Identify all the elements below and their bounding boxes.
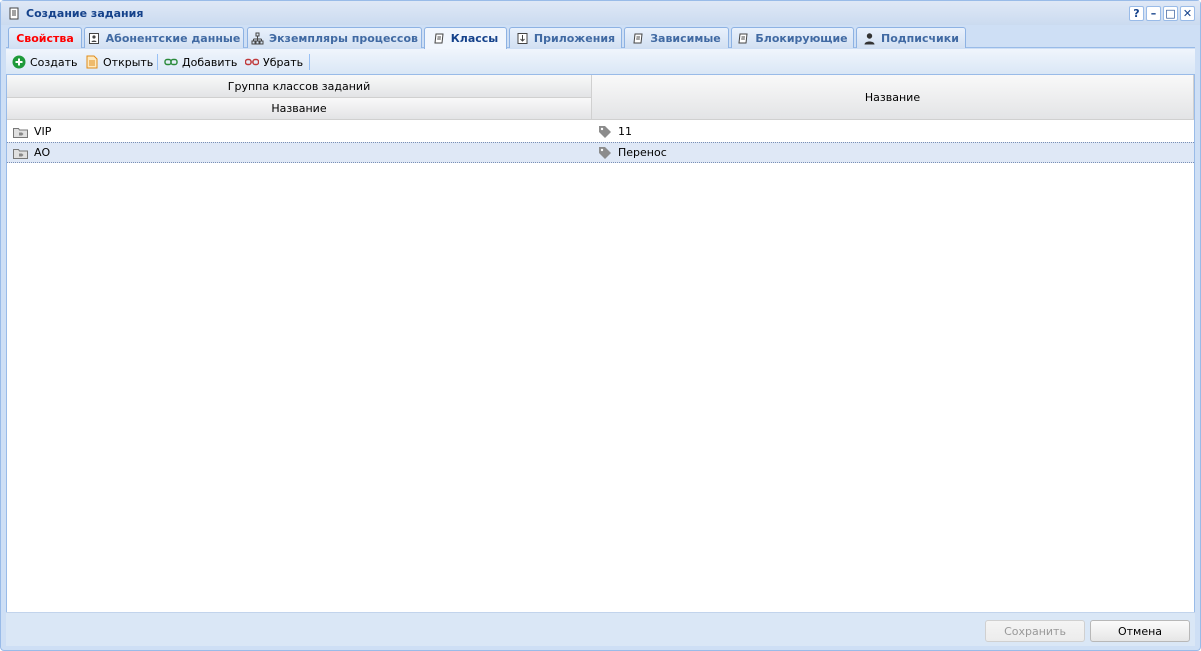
scroll-icon xyxy=(633,33,643,43)
open-label: Открыть xyxy=(103,55,154,69)
create-button[interactable]: Создать xyxy=(12,53,78,71)
tab-classes[interactable]: Классы xyxy=(424,27,507,49)
unlink-icon xyxy=(245,58,259,66)
remove-label: Убрать xyxy=(263,55,304,69)
class-name-column-header[interactable]: Название xyxy=(592,75,1194,120)
folder-tag-icon xyxy=(13,148,28,159)
add-circle-icon xyxy=(12,55,26,69)
tab-strip: Свойства Абонентские данные Экземпляры п… xyxy=(6,25,1195,49)
window-titlebar[interactable]: Создание задания ? – □ ✕ xyxy=(1,1,1200,25)
save-button[interactable]: Сохранить xyxy=(985,620,1085,642)
table-row-selected[interactable]: АО Перенос xyxy=(7,142,1194,163)
tab-label: Блокирующие xyxy=(755,31,848,45)
toolbar-separator xyxy=(309,54,310,70)
maximize-button[interactable]: □ xyxy=(1163,6,1178,21)
group-name-column-header[interactable]: Название xyxy=(7,98,592,120)
window-title: Создание задания xyxy=(26,7,144,20)
user-icon xyxy=(864,32,875,44)
create-label: Создать xyxy=(30,55,78,69)
group-column-header[interactable]: Группа классов заданий xyxy=(7,75,592,98)
tab-label: Классы xyxy=(450,32,499,45)
tag-icon xyxy=(599,125,611,138)
toolbar: Создать Открыть Добавить Убрать xyxy=(6,49,1195,75)
folder-tag-icon xyxy=(13,127,28,138)
tab-attachments[interactable]: Приложения xyxy=(509,27,622,48)
group-name: АО xyxy=(34,146,51,159)
add-button[interactable]: Добавить xyxy=(164,53,237,71)
tab-label: Приложения xyxy=(533,31,616,45)
scroll-icon xyxy=(8,7,20,20)
add-label: Добавить xyxy=(182,55,238,69)
tab-blocking[interactable]: Блокирующие xyxy=(731,27,854,48)
contact-card-icon xyxy=(88,32,99,44)
close-button[interactable]: ✕ xyxy=(1180,6,1195,21)
class-cell: 11 xyxy=(598,121,632,142)
scroll-icon xyxy=(434,33,444,44)
tag-icon xyxy=(599,146,611,159)
class-cell: Перенос xyxy=(598,142,667,163)
download-doc-icon xyxy=(517,32,528,44)
document-icon xyxy=(86,55,98,69)
tab-label: Абонентские данные xyxy=(105,31,241,45)
group-cell: VIP xyxy=(13,121,51,142)
group-cell: АО xyxy=(13,142,50,163)
tab-subscriber-data[interactable]: Абонентские данные xyxy=(84,27,244,48)
classes-grid: Группа классов заданий Название Название… xyxy=(6,75,1195,612)
class-name: 11 xyxy=(618,125,632,138)
scroll-icon xyxy=(738,33,748,43)
create-task-window: Создание задания ? – □ ✕ Свойства Абонен… xyxy=(0,0,1201,651)
window-footer: Сохранить Отмена xyxy=(6,612,1195,646)
class-name: Перенос xyxy=(618,146,667,159)
toolbar-separator xyxy=(157,54,158,70)
open-button[interactable]: Открыть xyxy=(85,53,153,71)
tab-label: Экземпляры процессов xyxy=(269,31,418,45)
remove-button[interactable]: Убрать xyxy=(245,53,303,71)
tab-dependent[interactable]: Зависимые xyxy=(624,27,729,48)
tab-label: Подписчики xyxy=(881,31,959,45)
help-button[interactable]: ? xyxy=(1129,6,1144,21)
group-name: VIP xyxy=(34,125,52,138)
process-tree-icon xyxy=(251,32,264,44)
tab-properties[interactable]: Свойства xyxy=(8,27,82,48)
minimize-button[interactable]: – xyxy=(1146,6,1161,21)
cancel-button[interactable]: Отмена xyxy=(1090,620,1190,642)
tab-label: Зависимые xyxy=(650,31,721,45)
tab-process-instances[interactable]: Экземпляры процессов xyxy=(247,27,422,48)
tab-label: Свойства xyxy=(16,31,74,45)
link-icon xyxy=(164,58,178,66)
tab-subscribers[interactable]: Подписчики xyxy=(856,27,966,48)
table-row[interactable]: VIP 11 xyxy=(7,121,1194,142)
